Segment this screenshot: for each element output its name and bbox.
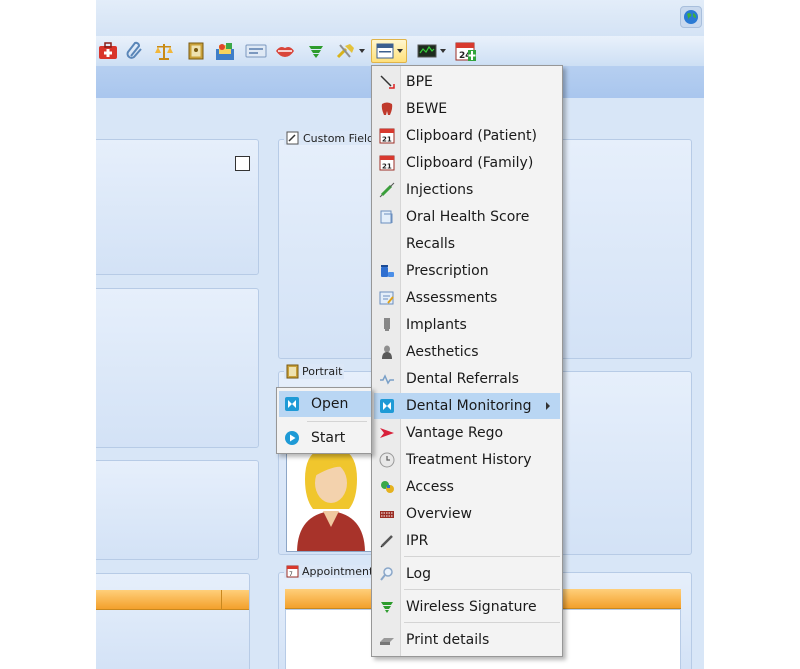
portrait-image	[286, 448, 374, 552]
dental-monitoring-submenu: Open Start	[276, 387, 372, 454]
implant-icon	[375, 314, 399, 336]
svg-text:7: 7	[289, 571, 293, 578]
play-icon	[280, 427, 304, 449]
magnifier-icon	[375, 563, 399, 585]
portrait-title-icon	[286, 364, 299, 379]
menu-item-assessments[interactable]: Assessments	[374, 285, 560, 311]
tools-dropdown-icon[interactable]	[333, 39, 367, 63]
portrait-icon[interactable]	[185, 39, 207, 63]
referral-icon	[375, 368, 399, 390]
menu-item-ipr[interactable]: IPR	[374, 528, 560, 554]
menu-item-clipboard-patient[interactable]: 21 Clipboard (Patient)	[374, 123, 560, 149]
tooth-icon	[375, 98, 399, 120]
grid-header-left	[96, 590, 249, 610]
access-icon	[375, 476, 399, 498]
wireless-signature-icon[interactable]	[304, 39, 328, 63]
dental-monitoring-icon	[375, 395, 399, 417]
menu-item-dental-monitoring[interactable]: Dental Monitoring	[374, 393, 560, 419]
submenu-separator	[307, 421, 367, 422]
calendar-icon: 21	[375, 152, 399, 174]
paperclip-icon[interactable]	[123, 39, 147, 63]
menu-item-treatment-history[interactable]: Treatment History	[374, 447, 560, 473]
title-bar	[96, 0, 704, 36]
aesthetics-icon	[375, 341, 399, 363]
menu-separator	[404, 622, 560, 623]
portrait-title: Portrait	[284, 364, 345, 379]
globe-icon[interactable]	[680, 6, 702, 28]
pen-icon	[375, 530, 399, 552]
menu-item-prescription[interactable]: Prescription	[374, 258, 560, 284]
menu-item-access[interactable]: Access	[374, 474, 560, 500]
calendar-icon: 21	[375, 125, 399, 147]
appointments-icon: 7	[286, 565, 299, 578]
menu-item-bpe[interactable]: BPE	[374, 69, 560, 95]
assessment-icon	[375, 287, 399, 309]
custom-fields-icon	[286, 131, 299, 145]
scales-icon[interactable]	[152, 39, 176, 63]
menu-item-log[interactable]: Log	[374, 561, 560, 587]
left-panel-grid	[96, 573, 250, 669]
dental-monitoring-icon	[280, 393, 304, 415]
syringe-icon	[375, 179, 399, 201]
submenu-item-start[interactable]: Start	[279, 425, 371, 451]
toolbar: 24	[96, 36, 704, 66]
menu-item-aesthetics[interactable]: Aesthetics	[374, 339, 560, 365]
menu-item-clipboard-family[interactable]: 21 Clipboard (Family)	[374, 150, 560, 176]
printer-icon	[375, 629, 399, 651]
menu-item-wireless-signature[interactable]: Wireless Signature	[374, 594, 560, 620]
left-panel-lower	[96, 460, 259, 560]
probe-icon	[375, 71, 399, 93]
menu-item-recalls[interactable]: Recalls	[374, 231, 560, 257]
submenu-item-open[interactable]: Open	[279, 391, 371, 417]
menu-separator	[404, 556, 560, 557]
card-icon[interactable]	[243, 39, 269, 63]
left-panel-middle	[96, 288, 259, 448]
menu-item-injections[interactable]: Injections	[374, 177, 560, 203]
left-panel-top	[96, 139, 259, 275]
menu-item-overview[interactable]: Overview	[374, 501, 560, 527]
submenu-arrow-icon	[546, 402, 550, 410]
custom-fields-title: Custom Fields	[284, 131, 382, 145]
menu-item-bewe[interactable]: BEWE	[374, 96, 560, 122]
avatar	[297, 449, 365, 551]
appointments-title: 7 Appointments	[284, 565, 382, 578]
context-menu: BPE BEWE 21 Clipboard (Patient) 21 Clipb…	[371, 65, 563, 657]
svg-text:21: 21	[382, 136, 392, 144]
monitor-dropdown-icon[interactable]	[413, 39, 449, 63]
panel-checkbox[interactable]	[235, 156, 250, 171]
calendar-add-icon[interactable]: 24	[453, 39, 479, 63]
panel-dropdown-icon[interactable]	[371, 39, 407, 63]
menu-separator	[404, 589, 560, 590]
menu-item-dental-referrals[interactable]: Dental Referrals	[374, 366, 560, 392]
score-icon	[375, 206, 399, 228]
menu-item-implants[interactable]: Implants	[374, 312, 560, 338]
wireless-signature-icon	[375, 596, 399, 618]
medical-kit-icon[interactable]	[96, 39, 120, 63]
images-icon[interactable]	[212, 39, 238, 63]
menu-item-oral-health-score[interactable]: Oral Health Score	[374, 204, 560, 230]
menu-item-print-details[interactable]: Print details	[374, 627, 560, 653]
overview-icon	[375, 503, 399, 525]
vantage-icon	[375, 422, 399, 444]
svg-text:21: 21	[382, 163, 392, 171]
lips-icon[interactable]	[273, 39, 297, 63]
pill-bottle-icon	[375, 260, 399, 282]
menu-item-vantage-rego[interactable]: Vantage Rego	[374, 420, 560, 446]
clock-icon	[375, 449, 399, 471]
